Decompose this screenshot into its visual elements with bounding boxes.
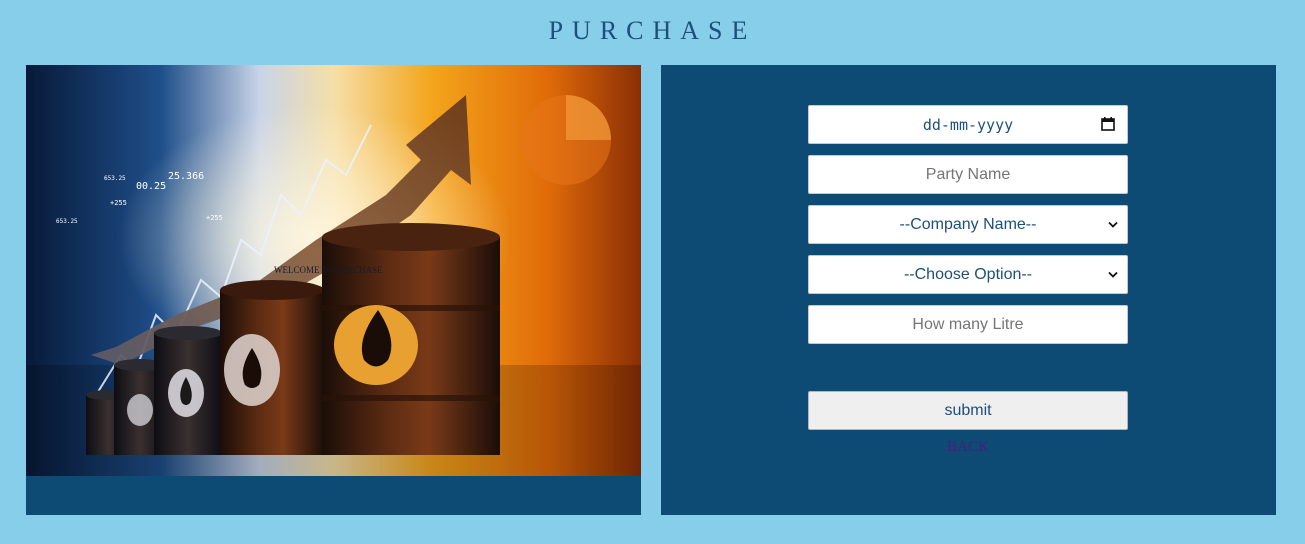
hero-number: +255 <box>206 214 223 222</box>
hero-number: 00.25 <box>136 181 166 192</box>
submit-button[interactable]: submit <box>808 391 1128 430</box>
back-link[interactable]: BACK <box>808 439 1128 456</box>
choose-option-select[interactable]: --Choose Option-- <box>808 255 1128 294</box>
date-input[interactable]: dd-mm-yyyy <box>808 105 1128 144</box>
date-placeholder: dd-mm-yyyy <box>922 115 1014 134</box>
party-name-input[interactable]: Party Name <box>808 155 1128 194</box>
oil-drum <box>154 326 222 455</box>
company-name-select[interactable]: --Company Name-- <box>808 205 1128 244</box>
oil-drum <box>220 280 325 455</box>
litre-input[interactable]: How many Litre <box>808 305 1128 344</box>
hero-number: 25.366 <box>168 171 204 182</box>
litre-placeholder: How many Litre <box>912 315 1024 333</box>
hero-number: +255 <box>110 199 127 207</box>
purchase-form: dd-mm-yyyy Party Name --Company Name-- -… <box>661 65 1276 515</box>
chevron-down-icon <box>1108 221 1118 228</box>
company-name-value: --Company Name-- <box>899 215 1037 233</box>
hero-number: 653.25 <box>56 218 78 225</box>
calendar-icon[interactable] <box>1101 117 1115 131</box>
chevron-down-icon <box>1108 271 1118 278</box>
hero-image: 25.366 00.25 +255 +255 653.25 653.25 WEL… <box>26 65 641 476</box>
hero-number: 653.25 <box>104 175 126 182</box>
hero-caption: WELCOME TO PURCHASE <box>274 265 383 275</box>
party-name-placeholder: Party Name <box>925 165 1011 183</box>
choose-option-value: --Choose Option-- <box>903 265 1033 283</box>
oil-drum <box>322 223 500 455</box>
page-title: PURCHASE <box>548 16 757 45</box>
left-panel: 25.366 00.25 +255 +255 653.25 653.25 WEL… <box>26 65 641 515</box>
